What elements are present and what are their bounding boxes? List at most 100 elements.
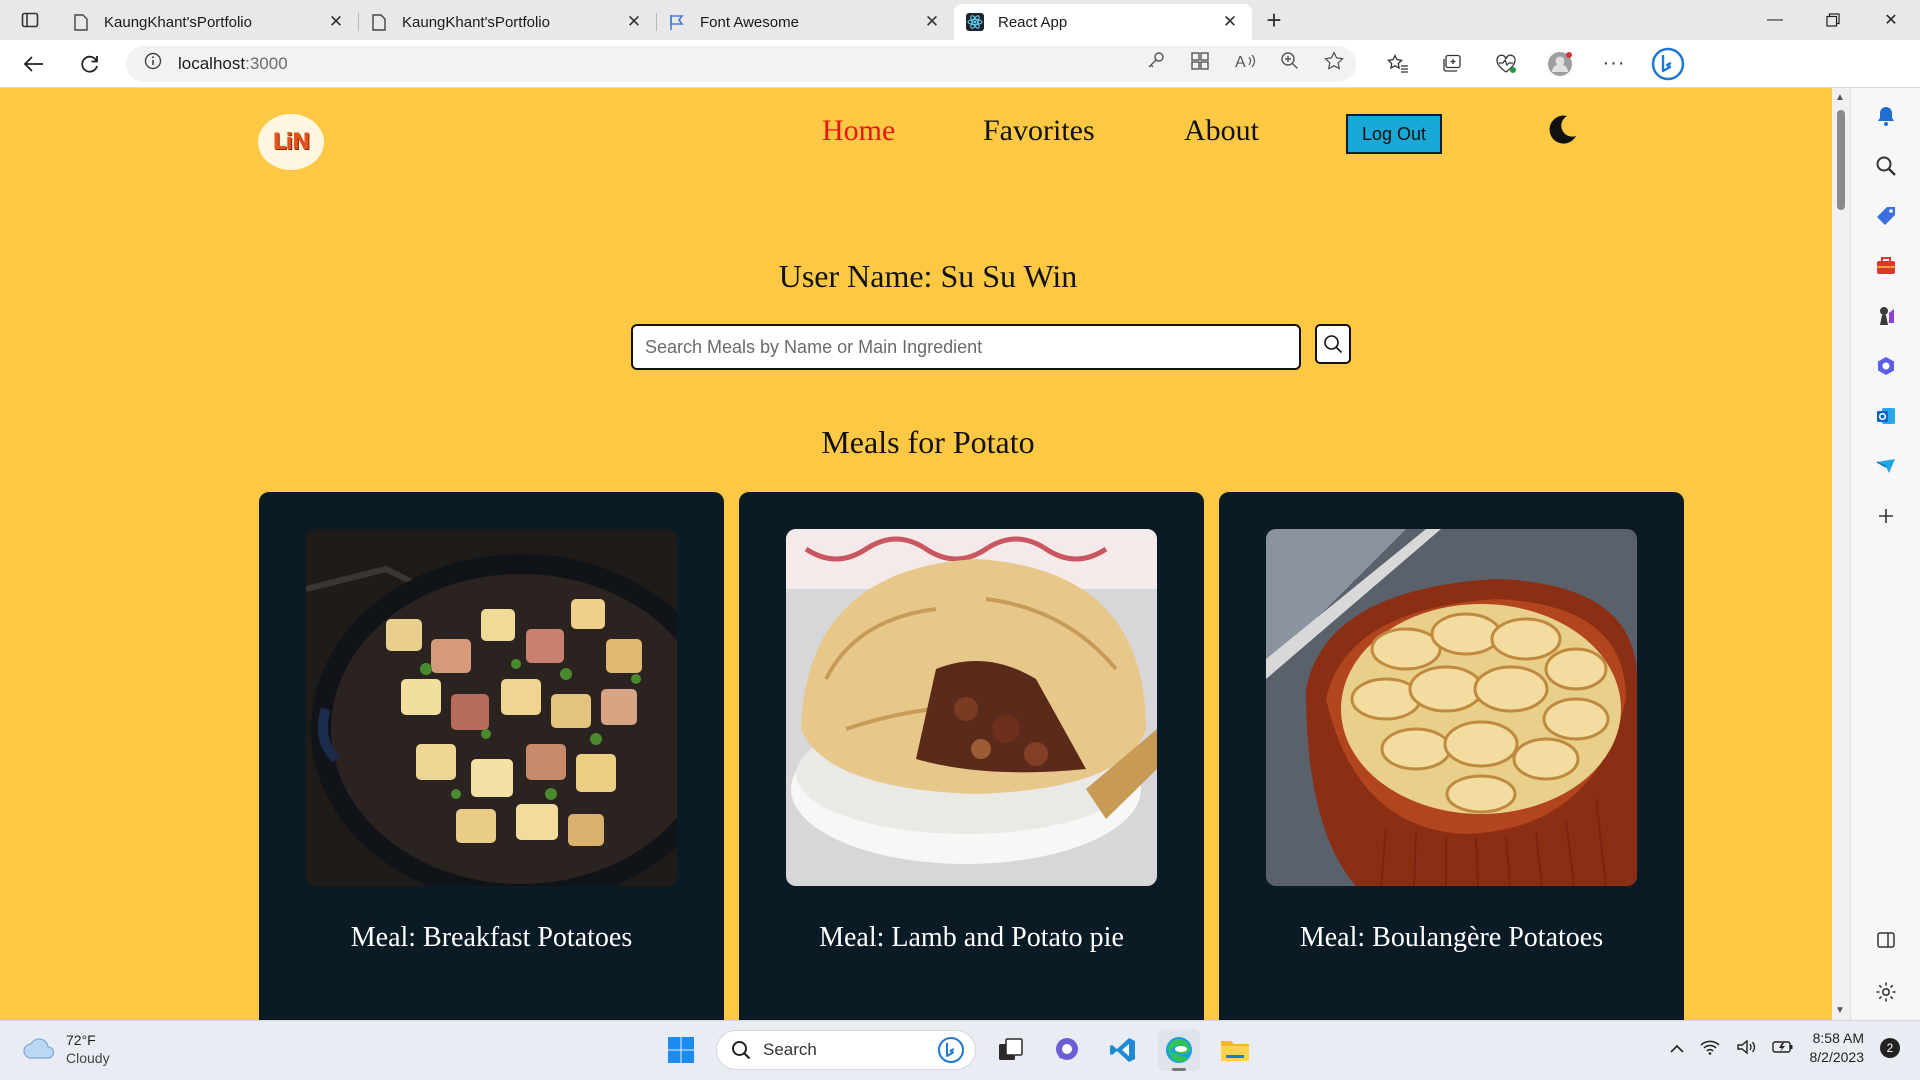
url-text[interactable]: localhost:3000: [178, 54, 1146, 74]
key-icon[interactable]: [1146, 51, 1166, 76]
ellipsis-icon: ···: [1602, 52, 1626, 74]
teams-chat-button[interactable]: [1046, 1029, 1088, 1071]
start-button[interactable]: [660, 1029, 702, 1071]
taskbar-search-box[interactable]: Search: [716, 1030, 976, 1070]
address-bar[interactable]: localhost:3000 A: [126, 45, 1356, 82]
meal-image-boulangere-potatoes[interactable]: [1266, 529, 1637, 886]
active-indicator: [1172, 1068, 1186, 1071]
tab-font-awesome[interactable]: Font Awesome ✕: [656, 4, 954, 40]
nav-about-link[interactable]: About: [1184, 114, 1259, 148]
restore-button[interactable]: [1804, 0, 1862, 40]
tab-actions-icon: [21, 12, 39, 28]
add-sidebar-app-icon[interactable]: [1872, 502, 1900, 530]
teams-chat-icon: [1056, 1038, 1078, 1060]
vscode-button[interactable]: [1102, 1029, 1144, 1071]
meal-card[interactable]: Meal: Breakfast Potatoes: [259, 492, 724, 1020]
react-icon: [966, 13, 984, 31]
search-icon: [1324, 335, 1343, 354]
search-sidebar-icon[interactable]: [1872, 152, 1900, 180]
tab-portfolio-1[interactable]: KaungKhant'sPortfolio ✕: [60, 4, 358, 40]
page-viewport: LiN Home Favorites About Log Out User Na…: [0, 88, 1832, 1020]
favorites-list-icon: [1387, 53, 1408, 73]
close-tab-icon[interactable]: ✕: [326, 12, 346, 32]
bing-icon: [938, 1037, 964, 1063]
sidebar-settings-gear-icon[interactable]: [1872, 978, 1900, 1006]
favorite-star-icon[interactable]: [1324, 51, 1344, 76]
windows-start-icon: [668, 1037, 694, 1063]
browser-essentials-button[interactable]: [1484, 44, 1528, 84]
site-info-icon[interactable]: [144, 52, 162, 75]
search-button[interactable]: [1315, 324, 1351, 364]
flag-icon: [668, 13, 686, 31]
read-aloud-icon[interactable]: A: [1234, 51, 1256, 76]
url-host: localhost: [178, 53, 246, 73]
meal-search-input[interactable]: [631, 324, 1301, 370]
page-scrollbar[interactable]: ▲ ▼: [1832, 88, 1850, 1020]
url-port: :3000: [245, 53, 288, 73]
system-tray: 8:58 AM 8/2/2023 2: [1669, 1029, 1900, 1067]
wifi-icon[interactable]: [1699, 1039, 1720, 1058]
taskbar-search-label: Search: [763, 1040, 817, 1059]
app-logo[interactable]: LiN: [258, 114, 324, 170]
weather-condition: Cloudy: [66, 1050, 110, 1066]
collections-icon: [1443, 54, 1461, 72]
bing-icon: [1651, 47, 1685, 80]
close-tab-icon[interactable]: ✕: [922, 12, 942, 32]
nav-home-link[interactable]: Home: [822, 114, 895, 148]
tools-briefcase-icon[interactable]: [1872, 252, 1900, 280]
profile-button[interactable]: [1538, 44, 1582, 84]
minimize-button[interactable]: —: [1746, 0, 1804, 40]
notifications-bell-icon[interactable]: [1872, 102, 1900, 130]
show-hidden-icons-chevron-icon[interactable]: [1669, 1040, 1684, 1056]
search-form: [631, 324, 1351, 370]
drop-send-icon[interactable]: [1872, 452, 1900, 480]
clock[interactable]: 8:58 AM 8/2/2023: [1810, 1029, 1865, 1067]
nav-favorites-link[interactable]: Favorites: [983, 114, 1095, 148]
close-tab-icon[interactable]: ✕: [1220, 12, 1240, 32]
shopping-tag-icon[interactable]: [1872, 202, 1900, 230]
tab-react-app[interactable]: React App ✕: [954, 4, 1252, 40]
back-button[interactable]: [12, 44, 56, 84]
tab-actions-button[interactable]: [0, 0, 60, 40]
collections-button[interactable]: [1430, 44, 1474, 84]
hide-sidebar-icon[interactable]: [1872, 926, 1900, 954]
file-explorer-button[interactable]: [1214, 1029, 1256, 1071]
zoom-icon[interactable]: [1280, 51, 1300, 76]
tab-strip: KaungKhant'sPortfolio ✕ KaungKhant'sPort…: [0, 0, 1920, 40]
scroll-up-icon[interactable]: ▲: [1835, 92, 1845, 103]
windows-taskbar: 72°F Cloudy Search 8:58 AM 8/2/2023 2: [0, 1020, 1920, 1080]
folder-icon: [1221, 1041, 1249, 1061]
refresh-button[interactable]: [68, 44, 112, 84]
volume-icon[interactable]: [1736, 1039, 1756, 1058]
new-tab-button[interactable]: +: [1252, 0, 1296, 40]
meal-card[interactable]: Meal: Lamb and Potato pie: [739, 492, 1204, 1020]
scroll-down-icon[interactable]: ▼: [1835, 1005, 1845, 1016]
task-view-button[interactable]: [990, 1029, 1032, 1071]
tab-title: KaungKhant'sPortfolio: [402, 13, 550, 31]
apps-icon[interactable]: [1190, 51, 1210, 76]
back-arrow-icon: [23, 55, 43, 72]
copilot-button[interactable]: [1646, 44, 1690, 84]
weather-widget[interactable]: 72°F Cloudy: [22, 1031, 110, 1067]
battery-charging-icon[interactable]: [1771, 1039, 1794, 1058]
edge-browser-button[interactable]: [1158, 1029, 1200, 1071]
meal-image-breakfast-potatoes[interactable]: [306, 529, 677, 886]
page-icon: [370, 13, 388, 31]
weather-temperature: 72°F: [66, 1032, 96, 1048]
tab-portfolio-2[interactable]: KaungKhant'sPortfolio ✕: [358, 4, 656, 40]
username-heading: User Name: Su Su Win: [778, 258, 1078, 294]
meal-card[interactable]: Meal: Boulangère Potatoes: [1219, 492, 1684, 1020]
close-window-button[interactable]: ✕: [1862, 0, 1920, 40]
logout-button[interactable]: Log Out: [1346, 114, 1442, 154]
dark-mode-moon-icon[interactable]: [1546, 114, 1578, 146]
close-tab-icon[interactable]: ✕: [624, 12, 644, 32]
meal-image-lamb-potato-pie[interactable]: [786, 529, 1157, 886]
more-options-button[interactable]: ···: [1592, 44, 1636, 84]
games-chess-icon[interactable]: [1872, 302, 1900, 330]
notification-count-badge[interactable]: 2: [1880, 1038, 1900, 1058]
microsoft-365-icon[interactable]: [1872, 352, 1900, 380]
favorites-button[interactable]: [1376, 44, 1420, 84]
scrollbar-thumb[interactable]: [1837, 110, 1845, 210]
tab-title: React App: [998, 13, 1068, 31]
outlook-icon[interactable]: [1872, 402, 1900, 430]
